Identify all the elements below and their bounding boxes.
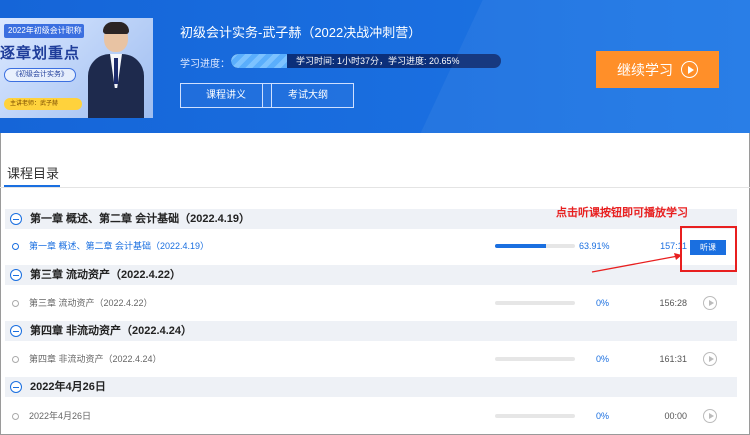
- course-banner: 2022年初级会计职称 逐章划重点 《初级会计实务》 主讲老师：武子赫 初级会计…: [0, 0, 750, 133]
- lesson-dot-icon: [12, 413, 19, 420]
- chapter-title: 第四章 非流动资产（2022.4.24）: [30, 325, 192, 337]
- lesson-percent: 0%: [595, 298, 609, 308]
- collapse-minus-icon[interactable]: [10, 381, 22, 393]
- lesson-dot-icon: [12, 243, 19, 250]
- collapse-minus-icon[interactable]: [10, 269, 22, 281]
- lesson-percent: 0%: [595, 411, 609, 421]
- lesson-name[interactable]: 第四章 非流动资产（2022.4.24）: [29, 346, 162, 372]
- catalog-tab[interactable]: 课程目录: [7, 163, 59, 182]
- lesson-dot-icon: [12, 300, 19, 307]
- progress-text: 学习时间: 1小时37分，学习进度: 20.65%: [296, 56, 460, 66]
- lesson-row[interactable]: 第三章 流动资产（2022.4.22） 0% 156:28: [5, 290, 737, 316]
- cover-sub-text: 《初级会计实务》: [4, 68, 76, 82]
- play-circle-icon: [681, 61, 698, 78]
- cover-top-text: 2022年初级会计职称: [4, 24, 84, 38]
- lesson-progress-fill: [495, 244, 547, 248]
- collapse-minus-icon[interactable]: [10, 325, 22, 337]
- lesson-progress-bar: [495, 357, 575, 361]
- course-cover-image: 2022年初级会计职称 逐章划重点 《初级会计实务》 主讲老师：武子赫: [0, 18, 153, 118]
- chapter-title: 第三章 流动资产（2022.4.22）: [30, 269, 181, 281]
- lesson-progress-bar: [495, 244, 575, 248]
- continue-learning-label: 继续学习: [617, 61, 673, 78]
- lesson-row[interactable]: 2022年4月26日 0% 00:00: [5, 403, 737, 429]
- annotation-arrow-icon: [591, 253, 682, 273]
- cover-big-text: 逐章划重点: [0, 45, 81, 62]
- annotation-text: 点击听课按钮即可播放学习: [556, 207, 688, 219]
- lesson-progress-bar: [495, 414, 575, 418]
- cover-tag-text: 主讲老师：武子赫: [4, 98, 82, 110]
- play-icon[interactable]: [703, 296, 717, 310]
- chapter-title: 2022年4月26日: [30, 381, 106, 393]
- collapse-minus-icon[interactable]: [10, 213, 22, 225]
- study-progress-fill: [231, 54, 287, 68]
- syllabus-button[interactable]: 考试大纲: [262, 83, 354, 108]
- lesson-name[interactable]: 2022年4月26日: [29, 403, 91, 429]
- chapter-row[interactable]: 2022年4月26日: [5, 377, 737, 397]
- course-title: 初级会计实务-武子赫（2022决战冲刺营）: [180, 25, 422, 40]
- lesson-row[interactable]: 第四章 非流动资产（2022.4.24） 0% 161:31: [5, 346, 737, 372]
- lesson-progress-bar: [495, 301, 575, 305]
- lesson-name[interactable]: 第一章 概述、第二章 会计基础（2022.4.19）: [29, 233, 209, 259]
- lesson-duration: 156:28: [659, 298, 687, 308]
- lesson-name[interactable]: 第三章 流动资产（2022.4.22）: [29, 290, 153, 316]
- progress-label: 学习进度：: [180, 59, 230, 70]
- lesson-percent: 0%: [595, 354, 609, 364]
- lesson-duration: 00:00: [664, 411, 687, 421]
- catalog-divider: [0, 187, 750, 188]
- play-icon[interactable]: [703, 409, 717, 423]
- lesson-dot-icon: [12, 356, 19, 363]
- chapter-title: 第一章 概述、第二章 会计基础（2022.4.19）: [30, 213, 251, 225]
- lesson-duration: 161:31: [659, 354, 687, 364]
- continue-learning-button[interactable]: 继续学习: [596, 51, 719, 88]
- handout-button[interactable]: 课程讲义: [180, 83, 272, 108]
- play-icon[interactable]: [703, 352, 717, 366]
- chapter-row[interactable]: 第四章 非流动资产（2022.4.24）: [5, 321, 737, 341]
- teacher-photo: [86, 22, 146, 118]
